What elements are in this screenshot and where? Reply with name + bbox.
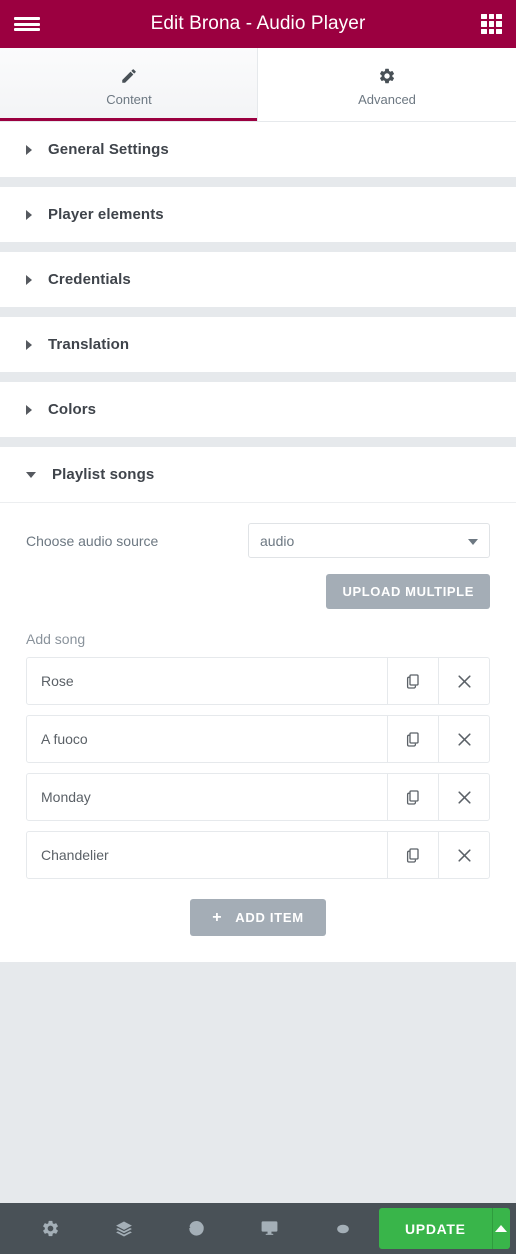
close-icon[interactable] — [438, 832, 489, 878]
section-header-colors[interactable]: Colors — [0, 382, 516, 437]
section-title: Colors — [48, 401, 97, 418]
update-button-group: UPDATE — [379, 1208, 510, 1249]
songs-repeater: Rose A fuoco Monday Chandelier — [26, 657, 490, 879]
duplicate-icon[interactable] — [387, 716, 438, 762]
upload-multiple-button[interactable]: UPLOAD MULTIPLE — [326, 574, 490, 609]
chevron-down-icon — [26, 471, 36, 478]
panel-tabs: Content Advanced — [0, 48, 516, 122]
section-header-credentials[interactable]: Credentials — [0, 252, 516, 307]
song-title[interactable]: Chandelier — [27, 832, 387, 878]
song-title[interactable]: Rose — [27, 658, 387, 704]
section-title: General Settings — [48, 141, 169, 158]
section-title: Player elements — [48, 206, 164, 223]
plus-icon: + — [212, 908, 223, 926]
footer-tools — [14, 1203, 379, 1254]
section-title: Translation — [48, 336, 130, 353]
panel-filler — [0, 962, 516, 1203]
gear-icon — [378, 67, 396, 85]
widgets-grid-icon[interactable] — [481, 13, 502, 35]
add-item-row: + ADD ITEM — [26, 899, 490, 936]
section-title: Playlist songs — [52, 466, 155, 483]
audio-source-label: Choose audio source — [26, 532, 159, 549]
table-row[interactable]: Monday — [26, 773, 490, 821]
panel-header: Edit Brona - Audio Player — [0, 0, 516, 48]
sections-list: General Settings Player elements Credent… — [0, 122, 516, 962]
audio-source-row: Choose audio source audio — [26, 523, 490, 558]
add-item-button[interactable]: + ADD ITEM — [190, 899, 326, 936]
chevron-up-icon[interactable] — [491, 1208, 510, 1249]
song-title[interactable]: Monday — [27, 774, 387, 820]
section-general-settings: General Settings — [0, 122, 516, 177]
add-song-label: Add song — [26, 631, 86, 647]
settings-gear-icon[interactable] — [14, 1203, 87, 1254]
pencil-icon — [120, 67, 138, 85]
preview-eye-icon[interactable] — [306, 1203, 379, 1254]
history-icon[interactable] — [160, 1203, 233, 1254]
section-playlist-songs: Playlist songs Choose audio source audio… — [0, 447, 516, 962]
page-title: Edit Brona - Audio Player — [150, 13, 366, 34]
editor-panel: Edit Brona - Audio Player Content Advanc… — [0, 0, 516, 1254]
chevron-right-icon — [26, 274, 32, 285]
section-player-elements: Player elements — [0, 187, 516, 242]
update-button[interactable]: UPDATE — [379, 1208, 492, 1249]
add-item-label: ADD ITEM — [235, 910, 304, 925]
close-icon[interactable] — [438, 774, 489, 820]
section-colors: Colors — [0, 382, 516, 437]
panel-footer: UPDATE — [0, 1203, 516, 1254]
chevron-right-icon — [26, 339, 32, 350]
section-header-translation[interactable]: Translation — [0, 317, 516, 372]
section-header-playlist-songs[interactable]: Playlist songs — [0, 447, 516, 502]
section-title: Credentials — [48, 271, 131, 288]
table-row[interactable]: Chandelier — [26, 831, 490, 879]
section-credentials: Credentials — [0, 252, 516, 307]
tab-content-label: Content — [106, 91, 152, 107]
audio-source-select[interactable]: audio — [248, 523, 490, 558]
close-icon[interactable] — [438, 716, 489, 762]
table-row[interactable]: A fuoco — [26, 715, 490, 763]
song-title[interactable]: A fuoco — [27, 716, 387, 762]
tab-advanced[interactable]: Advanced — [258, 48, 516, 121]
upload-multiple-row: UPLOAD MULTIPLE — [26, 574, 490, 609]
navigator-layers-icon[interactable] — [87, 1203, 160, 1254]
duplicate-icon[interactable] — [387, 658, 438, 704]
close-icon[interactable] — [438, 658, 489, 704]
tab-content[interactable]: Content — [0, 48, 258, 121]
section-header-player-elements[interactable]: Player elements — [0, 187, 516, 242]
chevron-right-icon — [26, 144, 32, 155]
duplicate-icon[interactable] — [387, 832, 438, 878]
responsive-mode-icon[interactable] — [233, 1203, 306, 1254]
duplicate-icon[interactable] — [387, 774, 438, 820]
audio-source-select-wrap: audio — [248, 523, 490, 558]
section-header-general-settings[interactable]: General Settings — [0, 122, 516, 177]
chevron-right-icon — [26, 209, 32, 220]
section-translation: Translation — [0, 317, 516, 372]
chevron-right-icon — [26, 404, 32, 415]
playlist-songs-body: Choose audio source audio UPLOAD MULTIPL… — [0, 502, 516, 962]
tab-advanced-label: Advanced — [358, 91, 416, 107]
table-row[interactable]: Rose — [26, 657, 490, 705]
hamburger-menu-icon[interactable] — [14, 14, 40, 34]
